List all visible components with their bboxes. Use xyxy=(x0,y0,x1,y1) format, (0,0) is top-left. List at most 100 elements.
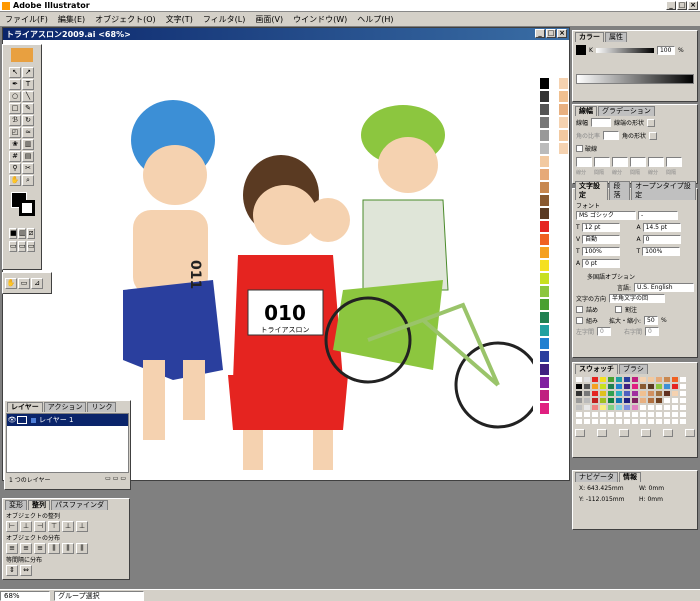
measure-tool-icon[interactable]: ⊿ xyxy=(31,277,43,289)
join-button[interactable] xyxy=(649,131,658,140)
gap-1[interactable] xyxy=(594,157,610,167)
graph-tool-icon[interactable]: ▥ xyxy=(22,139,34,150)
lock-toggle[interactable] xyxy=(17,416,27,424)
dash-checkbox[interactable] xyxy=(576,145,583,152)
gap-2[interactable] xyxy=(630,157,646,167)
space-h-button[interactable]: ⇔ xyxy=(20,565,32,576)
brush-tool-icon[interactable]: ℬ xyxy=(9,115,21,126)
screen-mode-2-button[interactable]: ▭ xyxy=(18,241,26,252)
tab-transform[interactable]: 変形 xyxy=(5,500,27,510)
doc-minimize-button[interactable]: _ xyxy=(535,29,545,38)
dir-select[interactable]: 半角文字の回 xyxy=(609,294,666,303)
stroke-color-swatch[interactable] xyxy=(19,200,35,216)
dash-3[interactable] xyxy=(648,157,664,167)
tsume-checkbox[interactable] xyxy=(576,306,583,313)
gradient-tool-icon[interactable]: ▤ xyxy=(22,151,34,162)
dist-left-button[interactable]: ⫼ xyxy=(48,543,60,554)
tab-attributes[interactable]: 属性 xyxy=(605,32,627,42)
warp-tool-icon[interactable]: ≈ xyxy=(22,127,34,138)
swatch-trash-icon[interactable] xyxy=(685,429,695,437)
swatch-button-3[interactable] xyxy=(619,429,629,437)
leading-field[interactable]: 14.5 pt xyxy=(642,223,681,232)
k-value[interactable]: 100 xyxy=(656,45,675,55)
menu-type[interactable]: 文字(T) xyxy=(161,14,198,25)
dist-top-button[interactable]: ≡ xyxy=(6,543,18,554)
kerning-field[interactable]: 0 xyxy=(642,235,681,244)
symbol-tool-icon[interactable]: ❀ xyxy=(9,139,21,150)
space-v-button[interactable]: ⇕ xyxy=(6,565,18,576)
close-button[interactable]: × xyxy=(688,1,698,10)
limit-field[interactable] xyxy=(603,131,620,140)
screen-mode-3-button[interactable]: ▭ xyxy=(27,241,35,252)
tab-brush[interactable]: ブラシ xyxy=(619,364,648,374)
tab-links[interactable]: リンク xyxy=(87,402,117,412)
dist-hcenter-button[interactable]: ⫼ xyxy=(62,543,74,554)
zoom-tool-icon[interactable]: ⌕ xyxy=(22,175,34,186)
align-left-button[interactable]: ⊢ xyxy=(6,521,18,532)
menu-object[interactable]: オブジェクト(O) xyxy=(90,14,161,25)
font-select[interactable]: MS ゴシック xyxy=(576,211,636,220)
pencil-tool-icon[interactable]: ✎ xyxy=(22,103,34,114)
align-bottom-button[interactable]: ⊥ xyxy=(76,521,88,532)
pen-tool-icon[interactable]: ✒ xyxy=(9,79,21,90)
align-hcenter-button[interactable]: ⊥ xyxy=(20,521,32,532)
align-top-button[interactable]: ⊤ xyxy=(48,521,60,532)
tab-paragraph[interactable]: 段落 xyxy=(609,181,631,200)
line-tool-icon[interactable]: ╲ xyxy=(22,91,34,102)
hand-icon[interactable]: ✋ xyxy=(5,277,17,289)
dist-right-button[interactable]: ⫼ xyxy=(76,543,88,554)
align-vcenter-button[interactable]: ⊥ xyxy=(62,521,74,532)
status-mode[interactable]: グループ選択 xyxy=(54,590,144,601)
screen-mode-1-button[interactable]: ▭ xyxy=(9,241,17,252)
scale-tool-icon[interactable]: ◰ xyxy=(9,127,21,138)
menu-filter[interactable]: フィルタ(L) xyxy=(198,14,251,25)
layer-row[interactable]: 👁 レイヤー 1 xyxy=(7,414,128,426)
align-right-button[interactable]: ⊣ xyxy=(34,521,46,532)
vscale-field[interactable]: 100% xyxy=(581,247,620,256)
rect-tool-icon[interactable]: □ xyxy=(9,103,21,114)
kumi-checkbox[interactable] xyxy=(576,317,583,324)
rotate-tool-icon[interactable]: ↻ xyxy=(22,115,34,126)
type-tool-icon[interactable]: T xyxy=(22,79,34,90)
color-ramp[interactable] xyxy=(576,74,694,84)
tracking-field[interactable]: 自動 xyxy=(582,235,621,244)
eye-icon[interactable]: 👁 xyxy=(7,416,17,424)
eyedropper-tool-icon[interactable]: ⚲ xyxy=(9,163,21,174)
zoom-field[interactable]: 68% xyxy=(0,590,50,601)
fill-preview[interactable] xyxy=(576,45,586,55)
tab-align[interactable]: 整列 xyxy=(28,500,50,510)
right-char-field[interactable]: 0 xyxy=(645,327,660,336)
baseline-field[interactable]: 0 pt xyxy=(582,259,621,268)
dash-2[interactable] xyxy=(612,157,628,167)
tab-color[interactable]: カラー xyxy=(575,32,604,42)
weight-field[interactable] xyxy=(591,118,612,127)
tab-pathfinder[interactable]: パスファインダ xyxy=(51,500,108,510)
doc-maximize-button[interactable]: □ xyxy=(546,29,556,38)
dist-bottom-button[interactable]: ≡ xyxy=(34,543,46,554)
direct-select-tool-icon[interactable]: ↗ xyxy=(22,67,34,78)
tab-actions[interactable]: アクション xyxy=(43,402,87,412)
menu-view[interactable]: 画面(V) xyxy=(250,14,288,25)
hand-tool-icon[interactable]: ✋ xyxy=(9,175,21,186)
menu-file[interactable]: ファイル(F) xyxy=(0,14,53,25)
hscale-field[interactable]: 100% xyxy=(642,247,681,256)
gradient-mode-button[interactable]: ▥ xyxy=(18,228,26,239)
warichu-checkbox[interactable] xyxy=(615,306,623,313)
swatch-button-4[interactable] xyxy=(641,429,651,437)
tab-info[interactable]: 情報 xyxy=(619,472,641,482)
color-mode-button[interactable]: ■ xyxy=(9,228,17,239)
tab-swatch[interactable]: スウォッチ xyxy=(575,364,618,374)
dist-vcenter-button[interactable]: ≡ xyxy=(20,543,32,554)
mesh-tool-icon[interactable]: # xyxy=(9,151,21,162)
tab-stroke[interactable]: 線幅 xyxy=(575,106,597,116)
tab-character[interactable]: 文字設定 xyxy=(575,181,609,200)
swatch-button-1[interactable] xyxy=(575,429,585,437)
minimize-button[interactable]: _ xyxy=(666,1,676,10)
maximize-button[interactable]: □ xyxy=(677,1,687,10)
swatch-grid[interactable] xyxy=(573,374,697,427)
font-style-select[interactable]: - xyxy=(638,211,678,220)
lang-select[interactable]: U.S. English xyxy=(634,283,694,292)
menu-window[interactable]: ウインドウ(W) xyxy=(288,14,352,25)
cap-button[interactable] xyxy=(647,118,656,127)
swatch-button-2[interactable] xyxy=(597,429,607,437)
